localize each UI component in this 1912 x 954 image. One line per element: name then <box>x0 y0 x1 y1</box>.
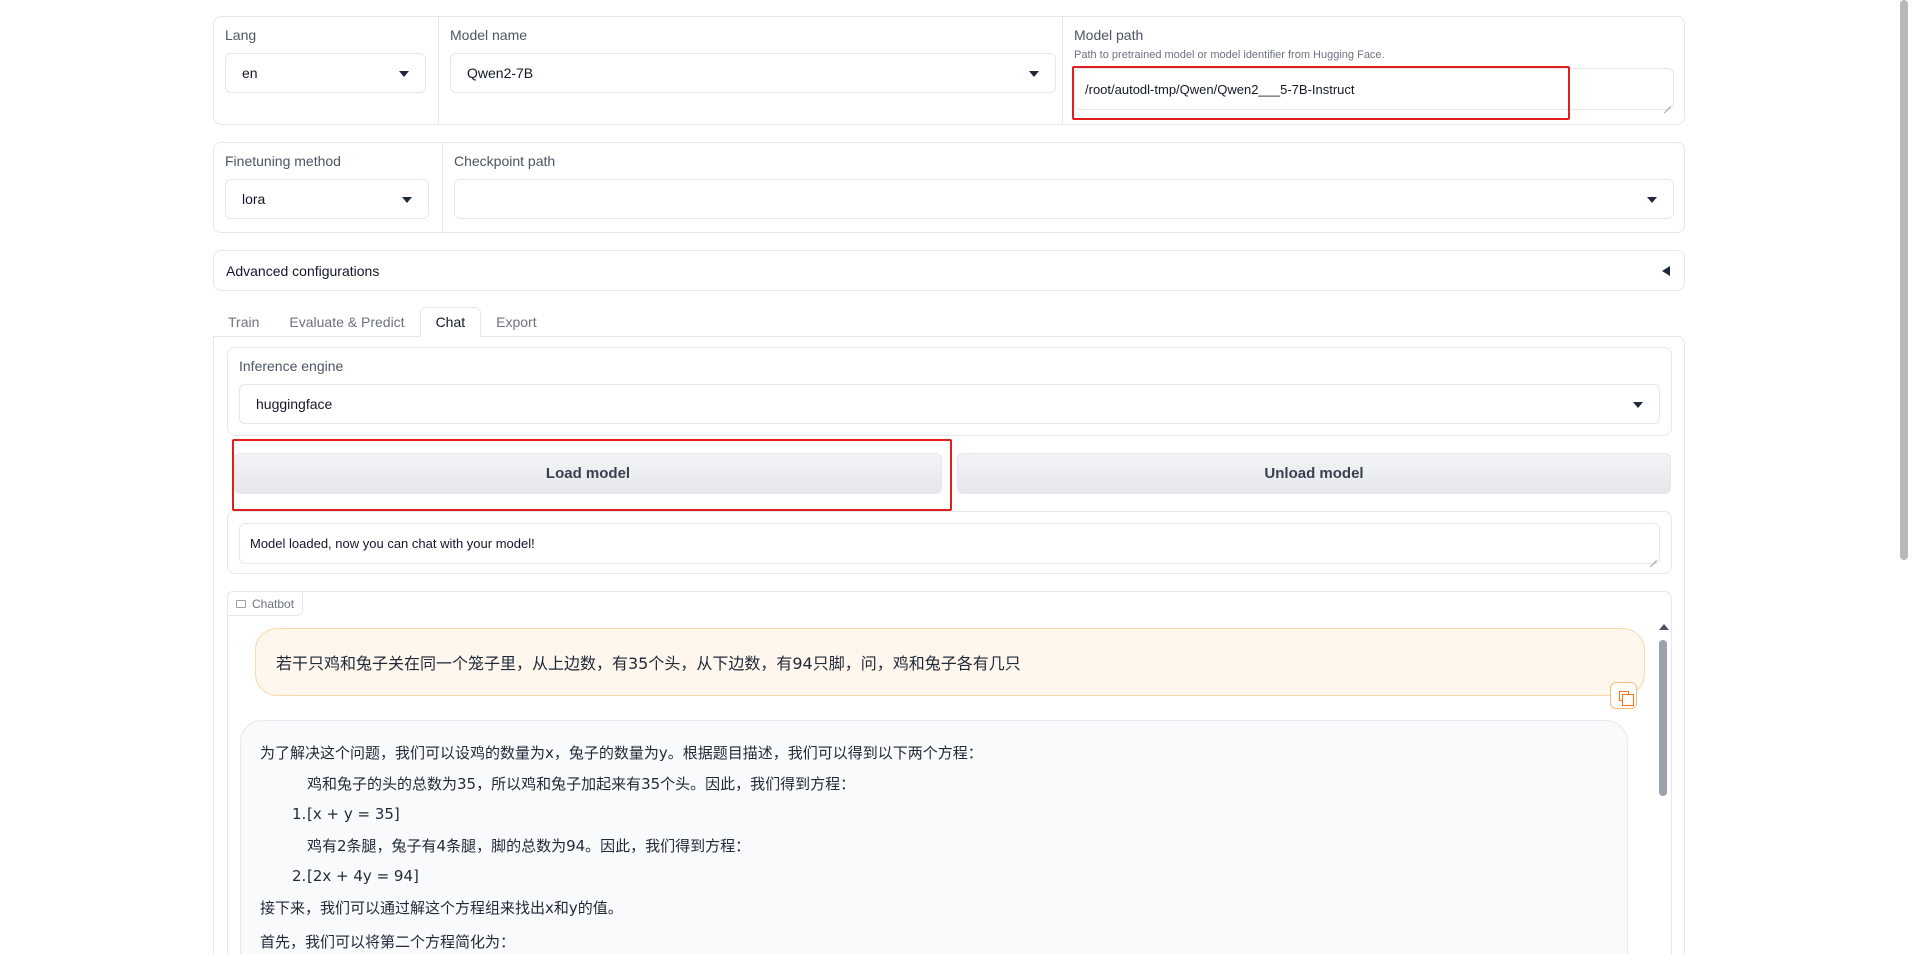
list-item: 2. [2x + 4y = 94] <box>260 866 1608 886</box>
chevron-down-icon <box>1633 402 1643 408</box>
chevron-down-icon <box>399 71 409 77</box>
chatbot-label: Chatbot <box>227 591 304 616</box>
chatbot-label-text: Chatbot <box>252 596 295 611</box>
model-path-value: /root/autodl-tmp/Qwen/Qwen2___5-7B-Instr… <box>1085 81 1355 97</box>
tab-train[interactable]: Train <box>213 307 274 337</box>
inference-engine-value: huggingface <box>256 396 333 412</box>
model-path-cell: Model path Path to pretrained model or m… <box>1062 17 1684 124</box>
model-settings-panel: Lang en Model name Qwen2-7B Model path P… <box>213 16 1685 125</box>
bot-step1: 鸡和兔子的头的总数为35，所以鸡和兔子加起来有35个头。因此，我们得到方程： <box>307 775 856 793</box>
advanced-configurations-label: Advanced configurations <box>226 262 380 279</box>
finetuning-method-label: Finetuning method <box>225 153 341 169</box>
status-text: Model loaded, now you can chat with your… <box>250 536 535 551</box>
user-message-text: 若干只鸡和兔子关在同一个笼子里，从上边数，有35个头，从下边数，有94只脚，问，… <box>276 654 1021 673</box>
lang-value: en <box>242 65 258 81</box>
resize-handle-icon[interactable] <box>1649 553 1657 561</box>
inference-engine-label: Inference engine <box>239 358 344 374</box>
scroll-up-icon[interactable] <box>1659 624 1669 630</box>
list-number: 1. <box>292 805 307 823</box>
bot-step2: 鸡有2条腿，兔子有4条腿，脚的总数为94。因此，我们得到方程： <box>307 837 751 855</box>
finetuning-method-value: lora <box>242 191 266 207</box>
equation-2: [2x + 4y = 94] <box>307 867 419 885</box>
chat-scrollbar-thumb[interactable] <box>1659 640 1667 796</box>
lang-select[interactable]: en <box>225 53 426 93</box>
load-model-button[interactable]: Load model <box>234 453 942 494</box>
model-name-cell: Model name Qwen2-7B <box>438 17 1062 124</box>
bot-message: 为了解决这个问题，我们可以设鸡的数量为x，兔子的数量为y。根据题目描述，我们可以… <box>240 720 1628 954</box>
resize-handle-icon[interactable] <box>1663 99 1671 107</box>
tab-export[interactable]: Export <box>481 307 551 337</box>
finetuning-method-select[interactable]: lora <box>225 179 429 219</box>
tab-bar: Train Evaluate & Predict Chat Export <box>213 307 552 337</box>
advanced-configurations-accordion[interactable]: Advanced configurations <box>213 250 1685 291</box>
checkpoint-path-label: Checkpoint path <box>454 153 556 169</box>
checkpoint-path-cell: Checkpoint path <box>442 143 1684 232</box>
lang-cell: Lang en <box>214 17 438 124</box>
finetuning-panel: Finetuning method lora Checkpoint path <box>213 142 1685 233</box>
copy-button[interactable] <box>1610 682 1637 709</box>
bot-first: 首先，我们可以将第二个方程简化为： <box>260 933 516 951</box>
list-item: 1. [x + y = 35] <box>260 804 1608 824</box>
chevron-down-icon <box>1647 197 1657 203</box>
list-number: 2. <box>292 867 307 885</box>
model-path-input[interactable]: /root/autodl-tmp/Qwen/Qwen2___5-7B-Instr… <box>1074 68 1674 110</box>
tab-evaluate-predict[interactable]: Evaluate & Predict <box>274 307 419 337</box>
user-message: 若干只鸡和兔子关在同一个笼子里，从上边数，有35个头，从下边数，有94只脚，问，… <box>255 628 1645 696</box>
bot-next: 接下来，我们可以通过解这个方程组来找出x和y的值。 <box>260 899 623 917</box>
copy-icon <box>1618 690 1634 706</box>
status-panel: Model loaded, now you can chat with your… <box>227 511 1672 574</box>
inference-engine-panel: Inference engine huggingface <box>227 347 1672 436</box>
model-name-label: Model name <box>450 27 528 43</box>
model-name-select[interactable]: Qwen2-7B <box>450 53 1056 93</box>
triangle-left-icon <box>1662 265 1670 276</box>
unload-model-button[interactable]: Unload model <box>957 453 1671 494</box>
page: Lang en Model name Qwen2-7B Model path P… <box>0 0 1912 954</box>
model-name-value: Qwen2-7B <box>467 65 534 81</box>
checkpoint-path-select[interactable] <box>454 179 1674 219</box>
inference-engine-select[interactable]: huggingface <box>239 384 1660 424</box>
finetuning-method-cell: Finetuning method lora <box>214 143 442 232</box>
equation-1: [x + y = 35] <box>307 805 400 823</box>
page-scrollbar-thumb[interactable] <box>1900 0 1908 560</box>
model-path-info: Path to pretrained model or model identi… <box>1074 49 1385 61</box>
bot-intro: 为了解决这个问题，我们可以设鸡的数量为x，兔子的数量为y。根据题目描述，我们可以… <box>260 744 983 762</box>
chat-icon <box>236 599 246 608</box>
model-path-label: Model path <box>1074 27 1144 43</box>
chevron-down-icon <box>402 197 412 203</box>
lang-label: Lang <box>225 27 257 43</box>
status-output: Model loaded, now you can chat with your… <box>239 523 1660 564</box>
chevron-down-icon <box>1029 71 1039 77</box>
tab-chat[interactable]: Chat <box>419 307 482 337</box>
